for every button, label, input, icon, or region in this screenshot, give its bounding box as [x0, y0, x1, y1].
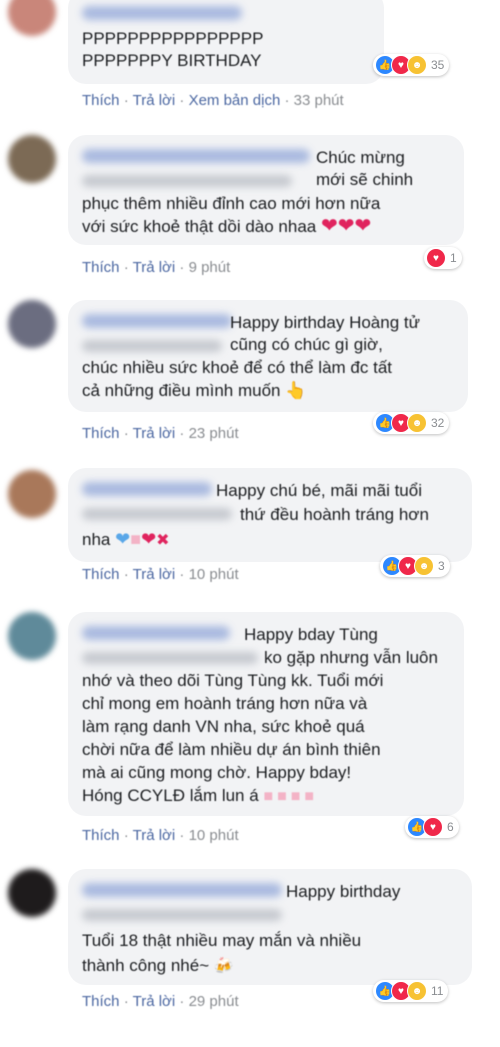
reaction-count: 6 — [447, 820, 454, 834]
comment-text-line: nhớ và theo dõi Tùng Tùng kk. Tuổi mới — [82, 671, 384, 690]
comment-text-line: Tuổi 18 thật nhiều may mắn và nhiều — [82, 931, 362, 950]
comment-actions: Thích · Trả lời · 10 phút — [82, 827, 239, 844]
reaction-count: 11 — [431, 984, 444, 998]
cheers-emoji: 🍻 — [213, 958, 234, 975]
like-link[interactable]: Thích — [82, 566, 120, 583]
comment-time[interactable]: 10 phút — [189, 827, 239, 844]
reply-link[interactable]: Trả lời — [133, 425, 176, 442]
comment-text-line: thành công nhé~ 🍻 — [82, 956, 234, 975]
avatar[interactable] — [8, 300, 56, 348]
haha-reaction-icon: ☻ — [414, 556, 434, 576]
like-link[interactable]: Thích — [82, 92, 120, 109]
comment-text-line: Happy birthday — [286, 882, 401, 901]
reply-link[interactable]: Trả lời — [133, 566, 176, 583]
comment-text-line: PPPPPPPPPPPPPPPP — [82, 29, 264, 48]
heart-emoji: ❤❤❤ — [320, 215, 372, 237]
crossed-emoji: ✖ — [156, 532, 170, 549]
commenter-name[interactable] — [82, 6, 242, 20]
comment-actions: Thích · Trả lời · 10 phút — [82, 566, 239, 583]
avatar[interactable] — [8, 135, 56, 183]
reaction-summary[interactable]: 👍 ♥ ☻ 3 — [380, 555, 450, 577]
love-reaction-icon: ♥ — [426, 248, 446, 268]
comment-actions: Thích · Trả lời · 29 phút — [82, 993, 239, 1010]
pointing-hand-emoji: 👆 — [285, 381, 307, 400]
like-link[interactable]: Thích — [82, 827, 120, 844]
like-link[interactable]: Thích — [82, 993, 120, 1010]
comment-text-line: Hóng CCYLĐ lắm lun á ■■■■ — [82, 786, 319, 805]
reply-link[interactable]: Trả lời — [133, 827, 176, 844]
comment-text-line: chời nữa để làm nhiều dự án bình thiên — [82, 740, 381, 759]
cake-emoji: ■■■■ — [263, 788, 319, 805]
reaction-summary[interactable]: 👍 ♥ ☻ 32 — [373, 412, 450, 434]
reaction-count: 1 — [450, 251, 457, 265]
commenter-name[interactable] — [82, 482, 212, 496]
reaction-summary[interactable]: 👍 ♥ ☻ 11 — [373, 980, 449, 1002]
avatar[interactable] — [8, 0, 56, 36]
avatar[interactable] — [8, 612, 56, 660]
reaction-count: 3 — [438, 559, 445, 573]
cake-emoji: ■ — [130, 529, 142, 549]
commenter-name[interactable] — [82, 149, 310, 163]
comment-time[interactable]: 29 phút — [189, 993, 239, 1010]
comment-actions: Thích · Trả lời · 23 phút — [82, 425, 239, 442]
reaction-summary[interactable]: ♥ 1 — [424, 247, 462, 269]
comment-text-line: nha ❤■❤✖ — [82, 529, 170, 549]
comment-actions: Thích · Trả lời · Xem bản dịch · 33 phút — [82, 92, 344, 109]
comment-bubble: Happy chú bé, mãi mãi tuổi thứ đều hoành… — [68, 468, 472, 562]
comment-time[interactable]: 33 phút — [294, 92, 344, 109]
commenter-name[interactable] — [82, 626, 230, 640]
blue-heart-emoji: ❤ — [115, 529, 131, 549]
commenter-name[interactable] — [82, 883, 282, 897]
comment-bubble: PPPPPPPPPPPPPPPP PPPPPPPY BIRTHDAY — [68, 0, 384, 84]
comment-text-line: thứ đều hoành tráng hơn — [240, 505, 429, 524]
comment-text-line: phục thêm nhiều đỉnh cao mới hơn nữa — [82, 194, 381, 213]
comment-time[interactable]: 9 phút — [189, 259, 231, 276]
comment-text-line: với sức khoẻ thật dồi dào nhaa ❤❤❤ — [82, 215, 372, 237]
heart-emoji: ❤ — [141, 529, 157, 549]
comment-text-line: ko gặp nhưng vẫn luôn — [264, 648, 438, 667]
comment-text-line: PPPPPPPY BIRTHDAY — [82, 51, 262, 70]
haha-reaction-icon: ☻ — [407, 413, 427, 433]
comment-text-line: mới sẽ chinh — [316, 170, 414, 189]
avatar[interactable] — [8, 470, 56, 518]
comment-text-line: cả những điều mình muốn 👆 — [82, 381, 307, 400]
comment-text-line: Chúc mừng — [316, 148, 405, 167]
reaction-count: 32 — [431, 416, 445, 430]
comment-text-line: Happy bday Tùng — [244, 625, 378, 644]
comment-text-line: Happy chú bé, mãi mãi tuổi — [216, 481, 422, 500]
reaction-summary[interactable]: 👍 ♥ 6 — [405, 816, 459, 838]
comment-text-line: chúc nhiều sức khoẻ để có thể làm đc tất — [82, 358, 393, 377]
comment-bubble: Happy birthday Tuổi 18 thật nhiều may mắ… — [68, 869, 472, 985]
haha-reaction-icon: ☻ — [407, 55, 427, 75]
comment-bubble: Happy bday Tùng ko gặp nhưng vẫn luôn nh… — [68, 612, 464, 816]
comment-text-line: làm rạng danh VN nha, sức khoẻ quá — [82, 717, 365, 736]
comment-time[interactable]: 23 phút — [189, 425, 239, 442]
comment-text-line: Happy birthday Hoàng tử — [230, 313, 420, 332]
comment-text-line: chỉ mong em hoành tráng hơn nữa và — [82, 694, 368, 713]
comment-text-line: cũng có chúc gì giờ, — [230, 335, 383, 354]
like-link[interactable]: Thích — [82, 425, 120, 442]
comment-text-line: mà ai cũng mong chờ. Happy bday! — [82, 763, 352, 782]
reply-link[interactable]: Trả lời — [133, 259, 176, 276]
reply-link[interactable]: Trả lời — [133, 92, 176, 109]
translate-link[interactable]: Xem bản dịch — [189, 92, 281, 109]
comment-bubble: Chúc mừng mới sẽ chinh phục thêm nhiều đ… — [68, 135, 464, 245]
comment-actions: Thích · Trả lời · 9 phút — [82, 259, 231, 276]
reaction-summary[interactable]: 👍 ♥ ☻ 35 — [373, 54, 450, 76]
love-reaction-icon: ♥ — [423, 817, 443, 837]
avatar[interactable] — [8, 869, 56, 917]
reaction-count: 35 — [431, 58, 445, 72]
comment-bubble: Happy birthday Hoàng tử cũng có chúc gì … — [68, 300, 468, 412]
like-link[interactable]: Thích — [82, 259, 120, 276]
commenter-name[interactable] — [82, 314, 232, 328]
haha-reaction-icon: ☻ — [407, 981, 427, 1001]
reply-link[interactable]: Trả lời — [133, 993, 176, 1010]
comment-time[interactable]: 10 phút — [189, 566, 239, 583]
